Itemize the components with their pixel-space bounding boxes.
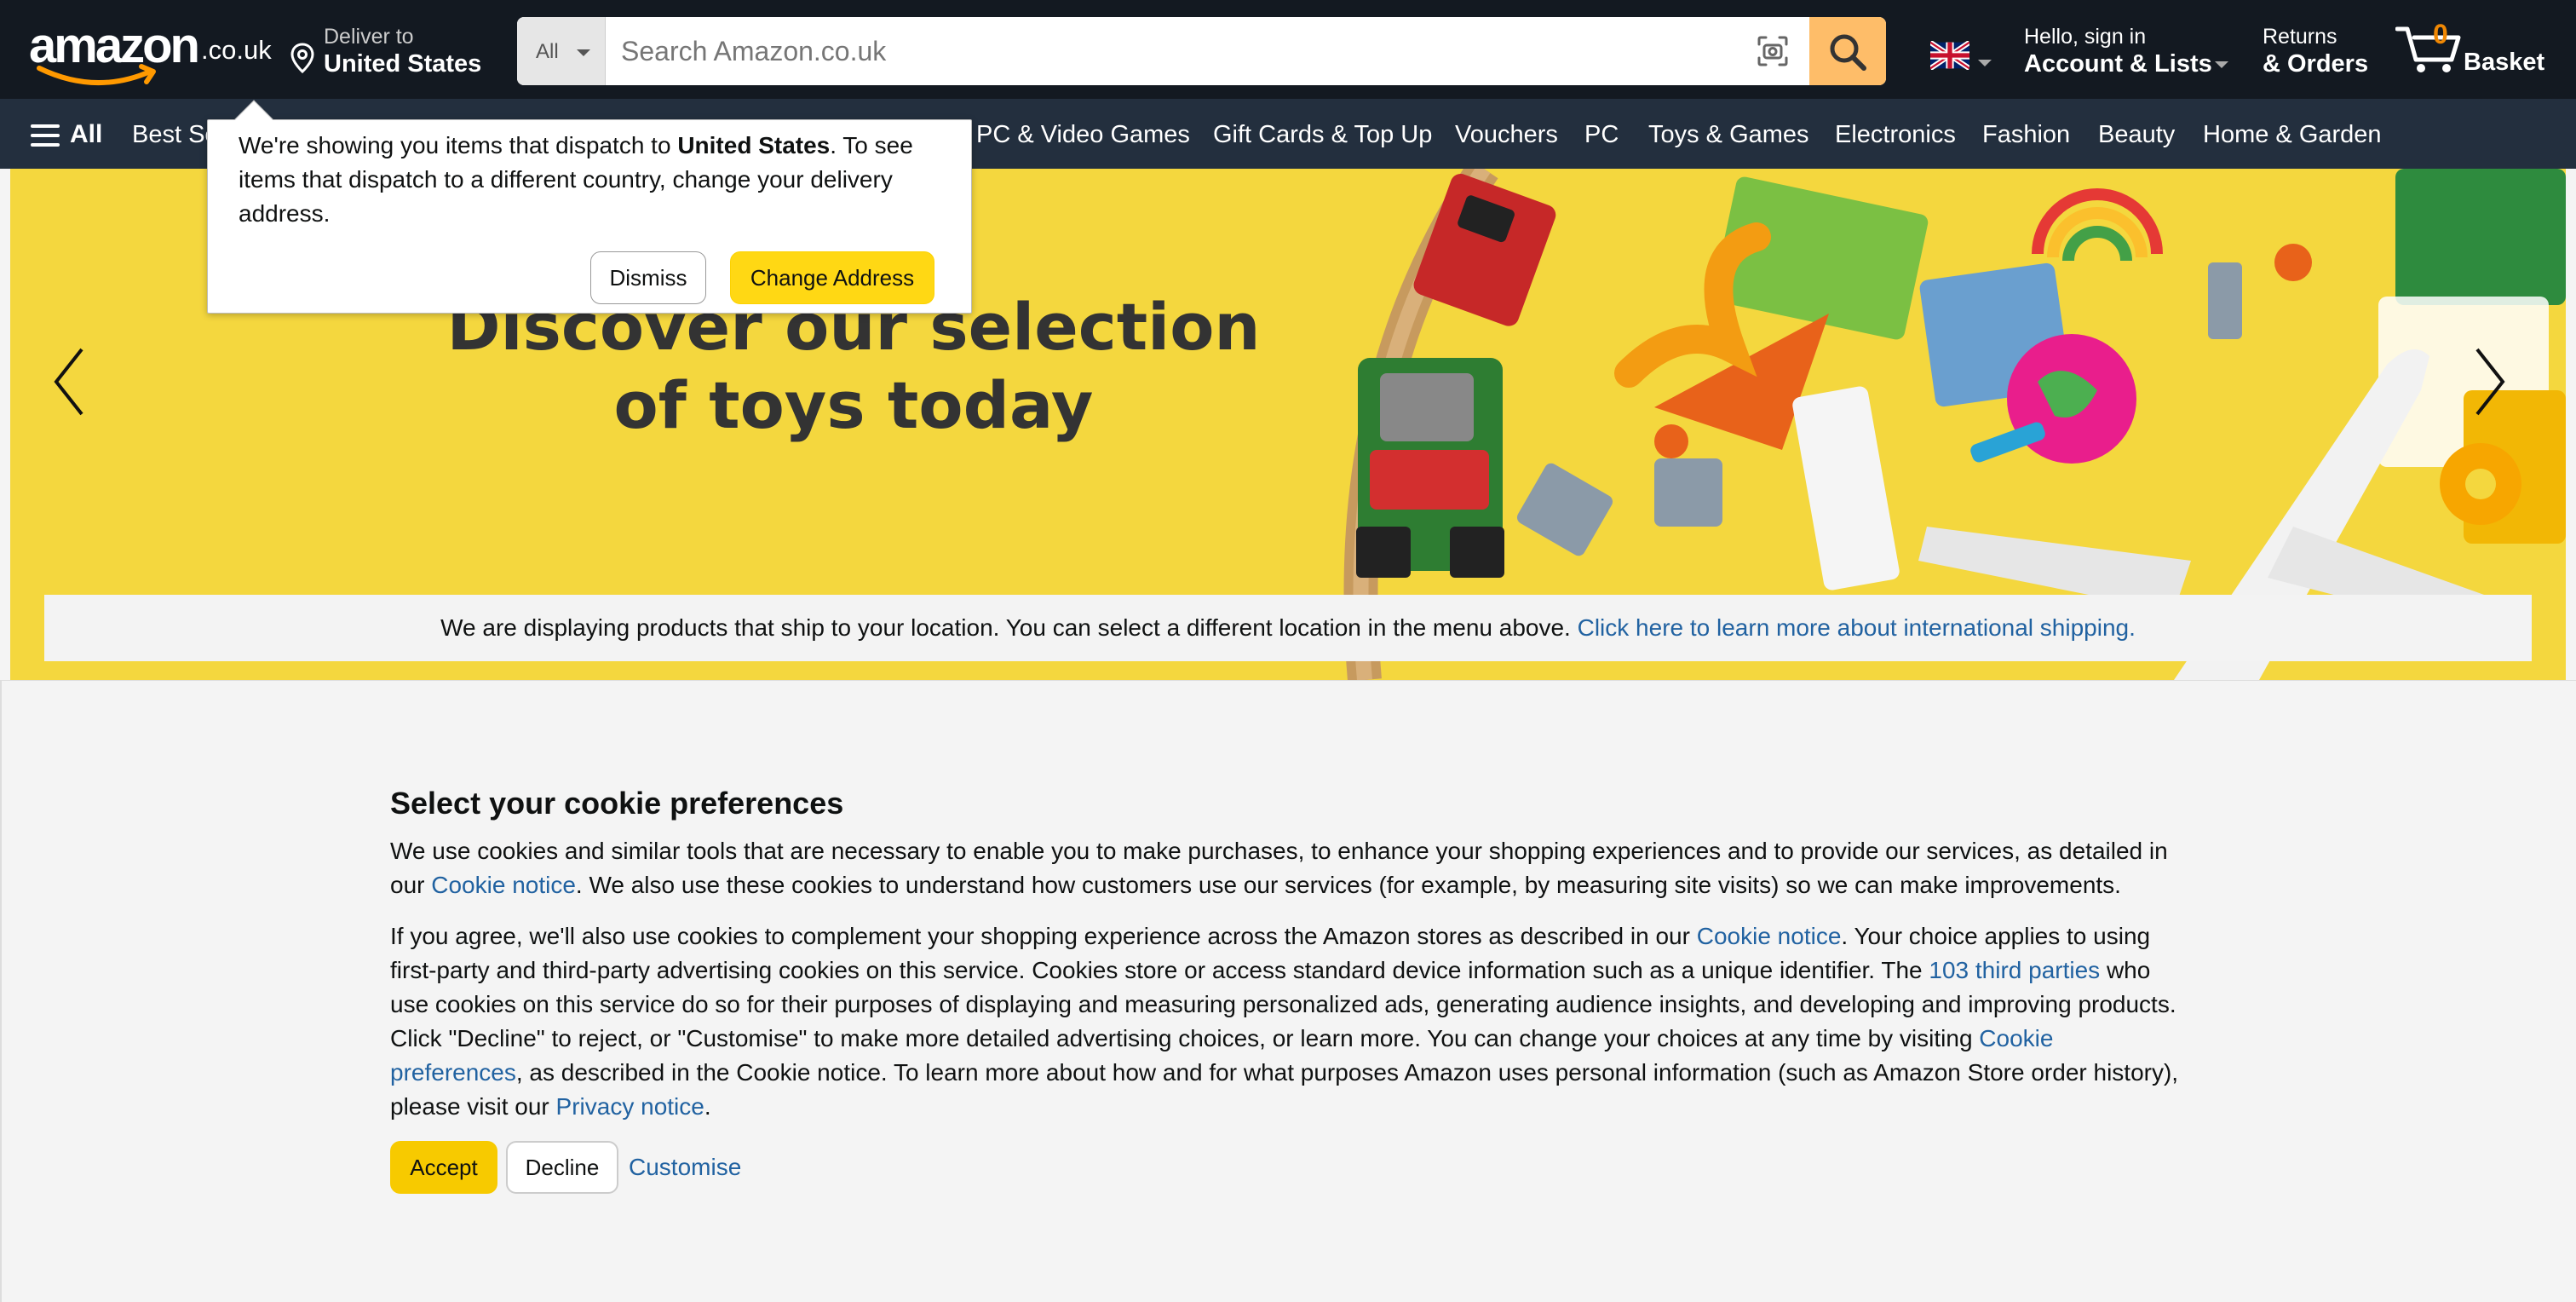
nav-item-pc[interactable]: PC bbox=[1584, 119, 1619, 150]
cookie-notice-link[interactable]: Cookie notice bbox=[431, 872, 576, 898]
cookie-paragraph-1: We use cookies and similar tools that ar… bbox=[390, 834, 2188, 902]
basket-label: Basket bbox=[2464, 49, 2545, 76]
shipping-location-banner: We are displaying products that ship to … bbox=[44, 595, 2532, 661]
nav-item-beauty[interactable]: Beauty bbox=[2098, 119, 2175, 150]
cart-icon bbox=[2395, 26, 2461, 72]
dismiss-button[interactable]: Dismiss bbox=[590, 251, 706, 304]
returns-orders[interactable]: Returns & Orders bbox=[2263, 22, 2373, 78]
header: amazon .co.uk Deliver to United States A… bbox=[0, 0, 2576, 99]
search-category-dropdown[interactable]: All bbox=[517, 17, 606, 85]
chevron-right-icon[interactable] bbox=[2464, 339, 2515, 424]
search-button[interactable] bbox=[1809, 17, 1886, 85]
shipping-banner-text: We are displaying products that ship to … bbox=[440, 614, 1578, 641]
caret-down-icon bbox=[577, 49, 590, 56]
cookie-p2-text-e: . bbox=[704, 1093, 711, 1120]
account-menu[interactable]: Hello, sign in Account & Lists bbox=[2024, 22, 2228, 78]
camera-search-icon[interactable] bbox=[1754, 32, 1791, 70]
cookie-notice-link-2[interactable]: Cookie notice bbox=[1697, 923, 1842, 949]
caret-down-icon[interactable] bbox=[1978, 60, 1992, 66]
search-input[interactable] bbox=[606, 17, 1730, 85]
cookie-paragraph-2: If you agree, we'll also use cookies to … bbox=[390, 919, 2188, 1124]
cookie-consent-panel: Select your cookie preferences We use co… bbox=[0, 680, 2576, 1302]
chevron-left-icon[interactable] bbox=[44, 339, 95, 424]
nav-item-best-sellers[interactable]: Best Se bbox=[132, 119, 219, 150]
basket-count: 0 bbox=[2433, 19, 2448, 49]
nav-item-vouchers[interactable]: Vouchers bbox=[1455, 119, 1558, 150]
third-parties-link[interactable]: 103 third parties bbox=[1929, 957, 2100, 983]
nav-item-toys-games[interactable]: Toys & Games bbox=[1648, 119, 1809, 150]
decline-button[interactable]: Decline bbox=[506, 1141, 618, 1194]
customise-link[interactable]: Customise bbox=[629, 1141, 741, 1194]
deliver-to-country: United States bbox=[324, 50, 482, 78]
international-shipping-link[interactable]: Click here to learn more about internati… bbox=[1578, 614, 2136, 641]
cookie-actions: Accept Decline Customise bbox=[390, 1141, 2188, 1197]
search-category-label: All bbox=[536, 40, 559, 63]
all-menu-button[interactable]: All bbox=[31, 118, 107, 152]
search-bar: All bbox=[517, 17, 1886, 85]
deliver-to-label: Deliver to bbox=[324, 25, 414, 49]
change-address-button[interactable]: Change Address bbox=[730, 251, 934, 304]
nav-item-fashion[interactable]: Fashion bbox=[1982, 119, 2070, 150]
search-icon bbox=[1830, 34, 1866, 71]
orders-label: & Orders bbox=[2263, 50, 2369, 78]
nav-item-electronics[interactable]: Electronics bbox=[1835, 119, 1956, 150]
account-greeting: Hello, sign in bbox=[2024, 25, 2147, 49]
returns-label: Returns bbox=[2263, 25, 2337, 49]
location-pin-icon bbox=[290, 43, 314, 73]
account-lists-label: Account & Lists bbox=[2024, 50, 2212, 78]
hero-title-line2: of toys today bbox=[613, 367, 1094, 443]
nav-item-pc-video-games[interactable]: PC & Video Games bbox=[976, 119, 1190, 150]
hamburger-menu-icon bbox=[31, 124, 60, 147]
accept-button[interactable]: Accept bbox=[390, 1141, 497, 1194]
logo-tld: .co.uk bbox=[201, 35, 272, 65]
popover-text-start: We're showing you items that dispatch to bbox=[239, 132, 678, 158]
cookie-p1-text-end: . We also use these cookies to understan… bbox=[575, 872, 2121, 898]
cookie-title: Select your cookie preferences bbox=[390, 786, 844, 821]
logo-smile-icon bbox=[37, 64, 156, 85]
deliver-to[interactable]: Deliver to United States bbox=[290, 22, 487, 78]
amazon-logo[interactable]: amazon .co.uk bbox=[29, 15, 276, 85]
popover-country: United States bbox=[677, 132, 831, 158]
all-menu-label: All bbox=[70, 120, 103, 148]
delivery-address-popover: We're showing you items that dispatch to… bbox=[207, 100, 972, 314]
nav-item-home-garden[interactable]: Home & Garden bbox=[2203, 119, 2382, 150]
nav-item-gift-cards[interactable]: Gift Cards & Top Up bbox=[1213, 119, 1432, 150]
popover-message: We're showing you items that dispatch to… bbox=[239, 129, 946, 231]
cookie-p2-text: If you agree, we'll also use cookies to … bbox=[390, 923, 1697, 949]
privacy-notice-link[interactable]: Privacy notice bbox=[556, 1093, 704, 1120]
uk-flag-icon[interactable] bbox=[1930, 41, 1969, 70]
caret-down-icon bbox=[2215, 61, 2228, 68]
basket[interactable]: 0 Basket bbox=[2395, 17, 2549, 82]
